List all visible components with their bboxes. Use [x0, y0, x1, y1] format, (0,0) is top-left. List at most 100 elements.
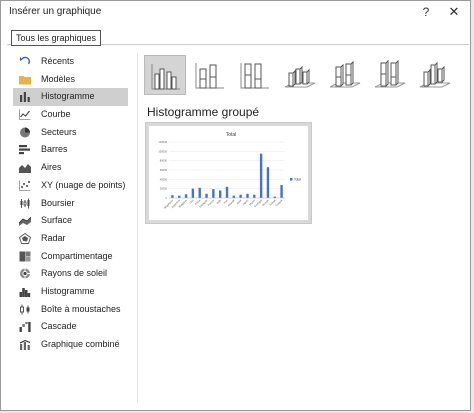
sidebar-item-label: Récents — [41, 56, 75, 66]
chart-bar — [259, 153, 263, 198]
y-tick-label: 100000 — [158, 149, 167, 153]
chart-bar — [218, 190, 222, 198]
sidebar-item-line[interactable]: Courbe — [13, 106, 133, 124]
y-tick-label: 80000 — [160, 159, 168, 163]
chart-bar — [239, 194, 242, 198]
3d-stacked-column-icon — [329, 60, 361, 88]
sidebar-item-label: Secteurs — [41, 126, 77, 137]
sidebar-item-histogram[interactable]: Histogramme — [13, 283, 133, 301]
bar-chart-icon — [19, 145, 30, 155]
sidebar-item-label: Aires — [41, 162, 62, 173]
chart-bar — [205, 193, 208, 198]
sidebar-item-label: Compartimentage — [41, 250, 113, 261]
tab-strip: Tous les graphiques — [7, 29, 469, 46]
sidebar-item-label: Rayons de soleil — [41, 268, 108, 279]
selected-chart-type-title: Histogramme groupé — [147, 105, 260, 119]
insert-chart-dialog: Insérer un graphique ? ✕ Tous les graphi… — [0, 0, 471, 411]
sidebar-item-label: Boursier — [41, 197, 75, 208]
waterfall-chart-icon — [19, 322, 31, 333]
sidebar-item-sunburst[interactable]: Rayons de soleil — [13, 265, 133, 283]
100-stacked-column-button[interactable] — [234, 55, 276, 95]
3d-stacked-column-button[interactable] — [324, 55, 366, 95]
folder-icon — [19, 75, 31, 85]
treemap-chart-icon — [19, 251, 31, 262]
tab-all-charts[interactable]: Tous les graphiques — [11, 30, 102, 46]
3d-clustered-column-button[interactable] — [279, 55, 321, 95]
sidebar-item-label: Histogramme — [41, 91, 95, 102]
radar-chart-icon — [19, 232, 31, 244]
sidebar-item-templates[interactable]: Modèles — [13, 71, 133, 89]
y-tick-label: 20000 — [160, 187, 168, 191]
sidebar-item-pie[interactable]: Secteurs — [13, 124, 133, 142]
sidebar-item-label: Boîte à moustaches — [41, 303, 121, 314]
sunburst-chart-icon — [20, 268, 30, 279]
clustered-column-button[interactable] — [144, 55, 186, 95]
3d-column-icon — [419, 61, 451, 88]
legend-label: Total — [294, 178, 301, 182]
sidebar-item-radar[interactable]: Radar — [13, 230, 133, 248]
sidebar-item-label: Barres — [41, 144, 68, 155]
chart-bar — [198, 187, 201, 198]
sidebar-item-surface[interactable]: Surface — [13, 212, 133, 230]
close-button[interactable]: ✕ — [446, 4, 462, 20]
line-chart-icon — [19, 109, 31, 120]
sidebar-item-bar[interactable]: Barres — [13, 141, 133, 159]
chart-bar — [171, 195, 174, 198]
chart-bar — [225, 186, 229, 198]
chart-category-list: Récents Modèles Histogramme Courbe Secte… — [13, 53, 133, 354]
sidebar-item-label: Histogramme — [41, 285, 95, 296]
histogram-chart-icon — [19, 287, 31, 297]
chart-bar — [246, 193, 249, 198]
sidebar-item-treemap[interactable]: Compartimentage — [13, 248, 133, 266]
combo-chart-icon — [19, 339, 31, 350]
undo-icon — [20, 56, 31, 65]
surface-chart-icon — [19, 216, 31, 227]
dialog-title: Insérer un graphique — [9, 6, 102, 17]
column-chart-icon — [20, 92, 30, 103]
y-tick-label: 120000 — [158, 140, 167, 144]
stacked-column-button[interactable] — [189, 55, 231, 95]
preview-chart-svg: Total 020000400006000080000100000120000 … — [149, 126, 308, 220]
3d-clustered-column-icon — [284, 65, 316, 88]
chart-bar — [212, 189, 215, 198]
legend-swatch — [290, 178, 293, 181]
chart-bar — [232, 195, 236, 198]
clustered-column-icon — [151, 64, 180, 90]
3d-column-button[interactable] — [414, 55, 456, 95]
sidebar-item-scatter[interactable]: XY (nuage de points) — [13, 177, 133, 195]
100-stacked-column-icon — [240, 63, 269, 89]
sidebar-item-label: Modèles — [41, 73, 76, 84]
area-chart-icon — [19, 164, 31, 174]
3d-100-stacked-column-button[interactable] — [369, 55, 411, 95]
y-tick-label: 60000 — [160, 168, 168, 172]
sidebar-item-label: Courbe — [41, 109, 71, 120]
pie-chart-icon — [20, 127, 30, 138]
chart-preview[interactable]: Total 0 20000 40000 60000 80000 100000 120000 … — [145, 122, 312, 224]
chart-bar — [184, 194, 188, 198]
sidebar-item-waterfall[interactable]: Cascade — [13, 318, 133, 336]
sidebar-item-label: Graphique combiné — [41, 339, 120, 349]
stock-chart-icon — [20, 198, 30, 208]
y-tick-label: 40000 — [160, 177, 168, 181]
chart-bar — [191, 188, 195, 198]
sidebar-item-combo[interactable]: Graphique combiné — [13, 336, 133, 354]
help-button[interactable]: ? — [418, 4, 434, 20]
sidebar-item-column[interactable]: Histogramme — [13, 88, 128, 107]
box-whisker-chart-icon — [20, 304, 30, 315]
chart-bar — [253, 194, 256, 198]
panel-divider — [137, 53, 138, 403]
3d-100-stacked-column-icon — [374, 59, 406, 88]
sidebar-item-label: Cascade — [41, 321, 77, 332]
sidebar-item-recents[interactable]: Récents — [13, 53, 133, 71]
scatter-chart-icon — [19, 180, 31, 191]
sidebar-item-stock[interactable]: Boursier — [13, 195, 133, 213]
sidebar-item-label: Surface — [41, 215, 73, 226]
stacked-column-icon — [195, 63, 224, 89]
sidebar-item-label: Radar — [41, 232, 66, 243]
chart-bar — [178, 195, 181, 198]
sidebar-item-box-whisker[interactable]: Boîte à moustaches — [13, 301, 133, 319]
sidebar-item-area[interactable]: Aires — [13, 159, 133, 177]
chart-bar — [280, 184, 283, 198]
chart-title: Total — [226, 132, 237, 138]
chart-bar — [266, 167, 270, 198]
